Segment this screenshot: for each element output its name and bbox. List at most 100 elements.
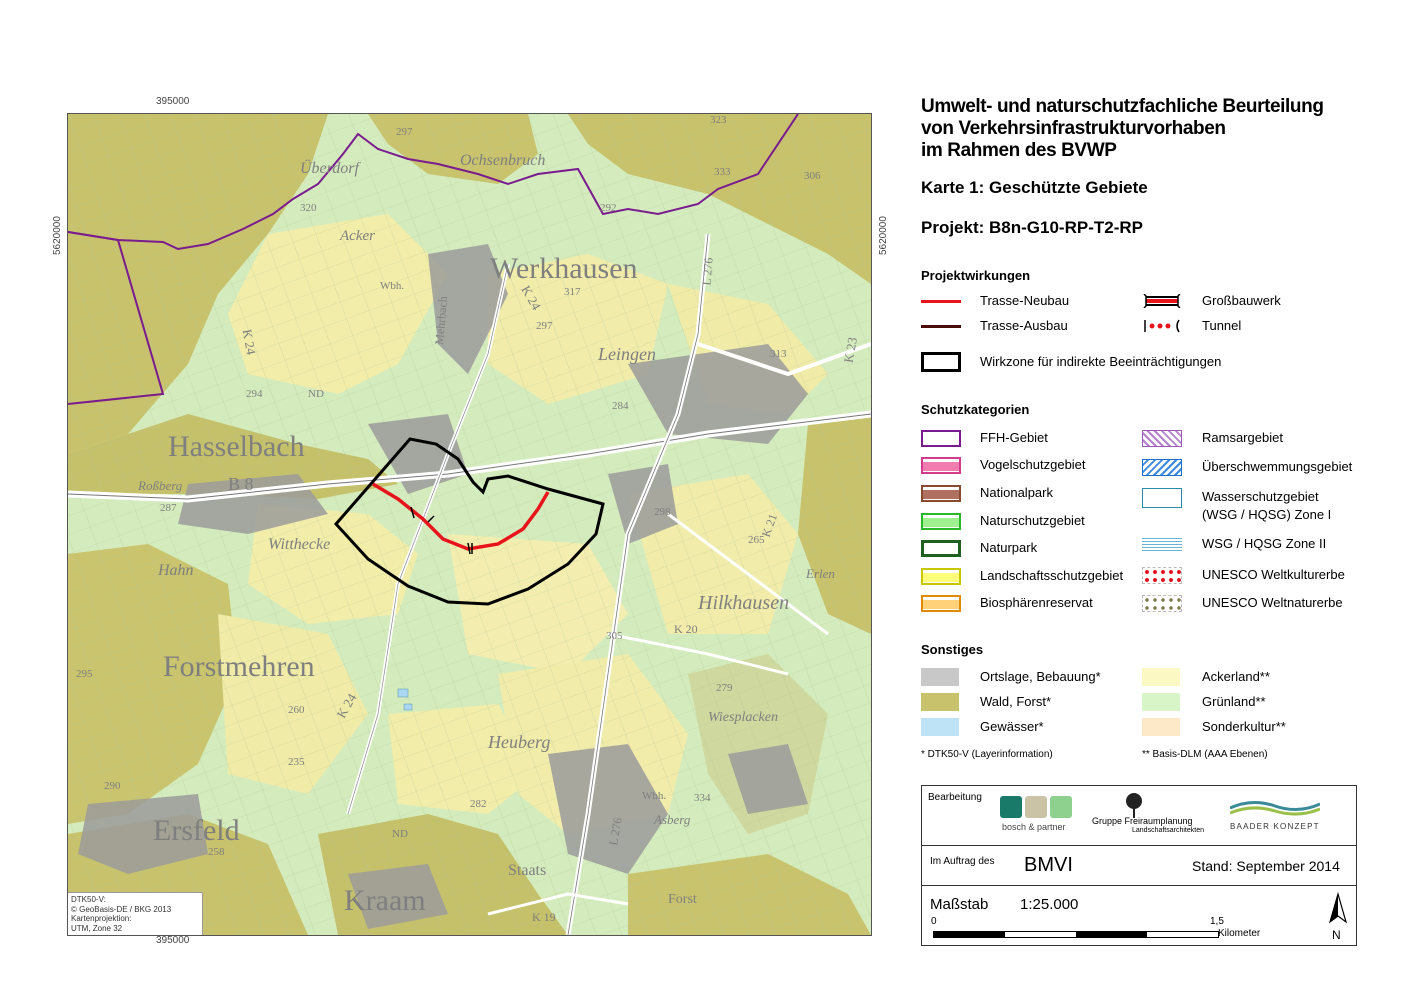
legend-label: WSG / HQSG Zone II [1202,536,1327,551]
legend-label: Vogelschutzgebiet [980,457,1086,472]
unesco-natur-swatch [1142,595,1182,612]
bosch-logo [1025,796,1047,818]
road-label: ND [308,388,324,400]
wald-swatch [921,693,959,711]
place-label: Wiesplacken [708,710,778,725]
elevation-label: 298 [654,506,671,518]
place-label: Ersfeld [153,814,240,847]
ramsar-swatch [1142,430,1182,447]
wirkzone-swatch [921,352,961,372]
unesco-kultur-swatch [1142,567,1182,584]
nationalpark-swatch [921,485,961,502]
place-label: Forst [668,892,697,907]
water-body [397,688,409,698]
legend-label: Wasserschutzgebiet (WSG / HQSG) Zone I [1202,489,1332,522]
legend-label: Ackerland** [1202,669,1270,684]
topographic-map[interactable]: Werkhausen Hasselbach Forstmehren Ersfel… [67,113,872,936]
road-label: L 276 [699,256,716,286]
place-label: Roßberg [138,478,183,493]
credits-box: Bearbeitung bosch & partner Gruppe Freir… [921,785,1357,846]
project-id: Projekt: B8n-G10-RP-T2-RP [921,218,1143,237]
legend-label: Überschwemmungsgebiet [1202,459,1353,474]
client-name: BMVI [1024,854,1073,876]
elevation-label: 294 [246,388,263,400]
elevation-label: 265 [748,534,765,546]
legend-label: Biosphärenreservat [980,595,1093,610]
wsg1-swatch [1142,488,1182,508]
scale-box: Maßstab 1:25.000 0 1,5 Kilometer N [921,886,1357,946]
right-coordinate: 5620000 [878,216,889,255]
legend-label: FFH-Gebiet [980,430,1048,445]
grossbauwerk-swatch [1143,294,1181,308]
elevation-label: 235 [288,756,305,768]
bosch-text: bosch & partner [1002,822,1066,832]
place-label: Überdorf [300,160,359,177]
legend-label: Landschaftsschutzgebiet [980,568,1124,583]
place-label: Hilkhausen [698,592,790,614]
scale-label: Maßstab [930,896,989,913]
elevation-label: 258 [208,846,225,858]
road-label: ND [392,828,408,840]
water-body [403,703,413,711]
naturschutz-swatch [921,513,961,530]
elevation-label: 297 [536,320,553,332]
footnote: * DTK50-V (Layerinformation) [921,749,1053,760]
legend-label: Ortslage, Bebauung* [980,669,1101,684]
scale-start: 0 [931,916,937,927]
elevation-label: 323 [710,114,727,126]
elevation-label: 260 [288,704,305,716]
legend-label: Gewässer* [980,719,1044,734]
vogelschutz-swatch [921,457,961,474]
scale-bar [933,931,1219,938]
gruppe-text: Landschaftsarchitekten [1132,827,1204,834]
auftrag-label: Im Auftrag des [930,856,995,867]
north-arrow-icon [1328,892,1348,924]
biosphaere-swatch [921,595,961,612]
legend-label: Ramsargebiet [1202,430,1283,445]
place-label: Forstmehren [163,650,315,683]
trasse-neubau-swatch [921,300,961,303]
legend-label: Nationalpark [980,485,1053,500]
place-label: Leingen [598,344,656,364]
ffh-swatch [921,430,961,447]
road-label: B 8 [228,474,254,494]
elevation-label: 279 [716,682,733,694]
map-credit: DTK50-V: © GeoBasis-DE / BKG 2013 Karten… [68,892,203,935]
trasse-ausbau-swatch [921,325,961,328]
elevation-label: 282 [470,798,487,810]
scale-unit: Kilometer [1218,928,1261,939]
wsg2-swatch [1142,536,1182,553]
legend-label: Tunnel [1202,318,1242,333]
legend-label: Naturschutzgebiet [980,513,1085,528]
tunnel-swatch [1144,319,1180,333]
place-label: Asberg [654,812,691,827]
north-label: N [1332,928,1341,942]
legend-label: Wirkzone für indirekte Beeinträchtigunge… [980,354,1222,369]
place-label: Erlen [806,566,835,581]
section-heading: Sonstiges [921,642,984,657]
road-label: Wbh. [380,280,405,292]
elevation-label: 284 [612,400,629,412]
place-label: Hasselbach [168,430,305,463]
place-label: Kraam [344,884,426,917]
legend-label: UNESCO Weltkulturerbe [1202,567,1345,582]
bosch-logo [1050,796,1072,818]
legend-label: Großbauwerk [1202,293,1281,308]
elevation-label: 295 [76,668,93,680]
map-number: Karte 1: Geschützte Gebiete [921,178,1148,197]
elevation-label: 317 [564,286,581,298]
place-label: Staats [508,862,547,879]
road-label: Wbh. [642,790,667,802]
legend-label: Sonderkultur** [1202,719,1286,734]
place-label: Heuberg [488,732,551,752]
naturpark-swatch [921,540,961,557]
place-label: Werkhausen [490,252,638,285]
date-stamp: Stand: September 2014 [1192,858,1340,874]
ackerland-swatch [1142,668,1180,686]
client-box: Im Auftrag des BMVI Stand: September 201… [921,846,1357,886]
left-coordinate: 5620000 [52,216,63,255]
gruppe-text: Gruppe Freiraumplanung [1092,816,1193,826]
elevation-label: 292 [600,202,617,214]
scale-value: 1:25.000 [1020,896,1079,913]
elevation-label: 297 [396,126,413,138]
